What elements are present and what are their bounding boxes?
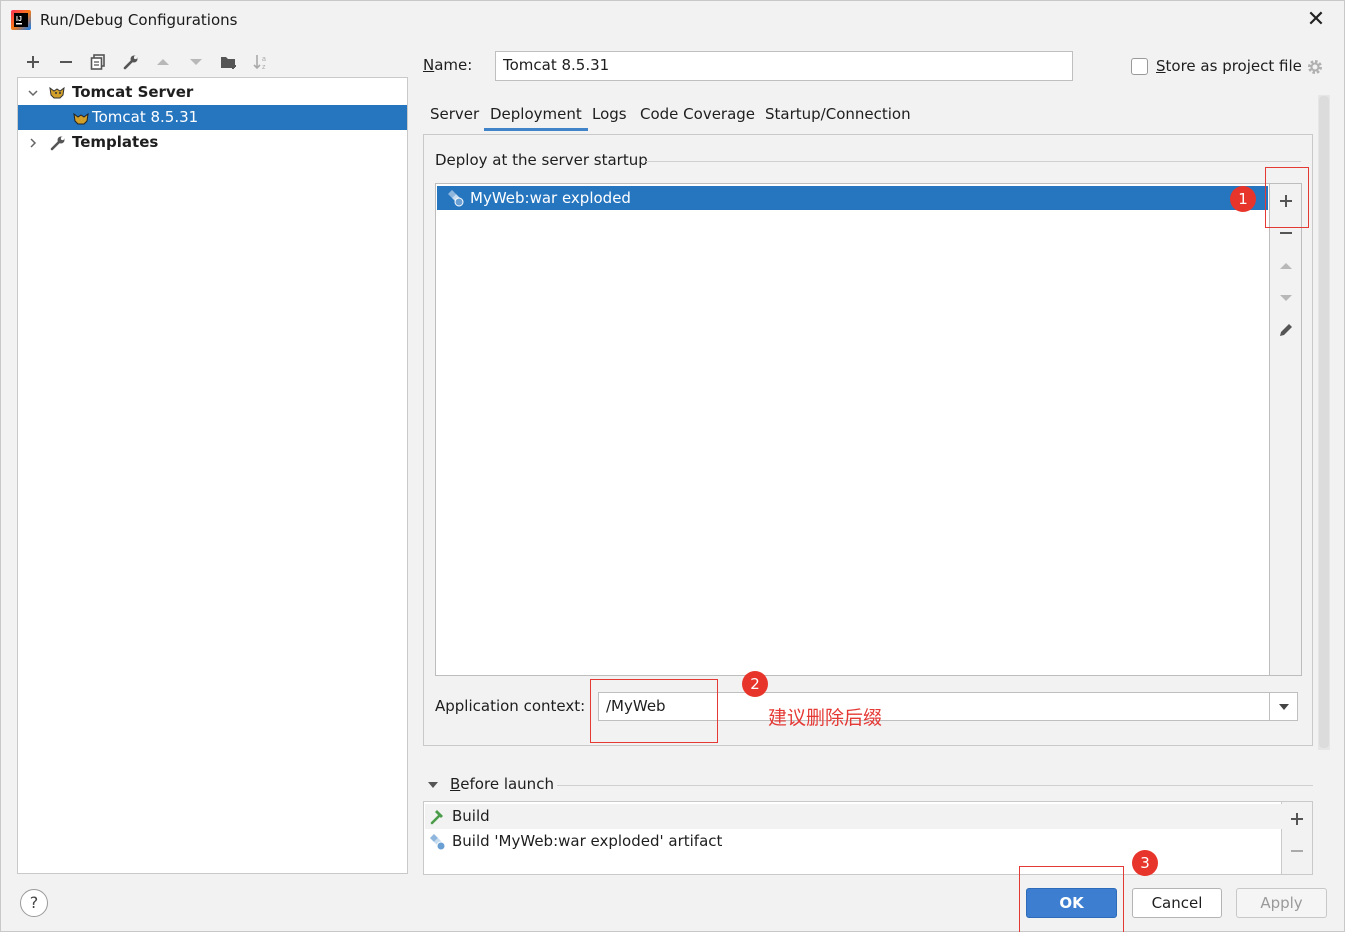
deploy-section-title: Deploy at the server startup (435, 151, 648, 169)
svg-text:IJ: IJ (16, 16, 22, 23)
window-title: Run/Debug Configurations (40, 11, 238, 29)
tomcat-icon (49, 86, 65, 99)
tab-logs[interactable]: Logs (592, 103, 627, 131)
minus-icon (60, 61, 72, 63)
before-launch-item[interactable]: Build 'MyWeb:war exploded' artifact (425, 829, 1282, 854)
edit-templates-button[interactable] (120, 51, 142, 73)
tree-item-label: Tomcat 8.5.31 (92, 108, 199, 126)
name-label: Name: (423, 56, 473, 74)
arrow-up-icon[interactable] (1278, 258, 1294, 274)
svg-text:a: a (262, 56, 266, 63)
tree-group-templates[interactable]: Templates (18, 130, 407, 155)
title-bar: IJ Run/Debug Configurations ✕ (1, 1, 1344, 39)
chevron-right-icon (30, 138, 37, 148)
svg-text:z: z (262, 64, 266, 71)
cancel-button[interactable]: Cancel (1132, 888, 1222, 918)
tab-code-coverage[interactable]: Code Coverage (640, 103, 755, 131)
arrow-down-icon (190, 59, 202, 65)
section-divider (646, 161, 1301, 162)
annotation-box-ok (1019, 866, 1124, 932)
chevron-down-icon[interactable] (426, 778, 440, 792)
gear-icon[interactable] (1306, 58, 1324, 76)
arrow-down-icon[interactable] (1278, 290, 1294, 306)
move-up-button[interactable] (152, 51, 174, 73)
store-as-project-label: Store as project file (1156, 57, 1302, 75)
name-field[interactable]: Tomcat 8.5.31 (495, 51, 1073, 81)
copy-icon (90, 54, 105, 70)
remove-configuration-button[interactable] (55, 51, 77, 73)
new-folder-icon (221, 57, 236, 69)
help-button[interactable]: ? (20, 889, 48, 917)
before-launch-title: Before launch (450, 775, 554, 793)
before-launch-item[interactable]: Build (425, 804, 1282, 829)
wrench-icon (123, 55, 138, 70)
application-context-label: Application context: (435, 697, 586, 715)
templates-label: Templates (72, 133, 159, 151)
annotation-badge-3: 3 (1132, 850, 1158, 876)
sort-icon: az (253, 55, 266, 71)
annotation-badge-1: 1 (1230, 186, 1256, 212)
plus-icon[interactable] (1289, 811, 1305, 827)
plus-icon (27, 56, 39, 68)
section-divider (557, 785, 1313, 786)
hammer-icon (430, 810, 443, 825)
deploy-artifact-label: MyWeb:war exploded (470, 189, 631, 207)
deploy-artifact-row[interactable]: MyWeb:war exploded (437, 186, 1268, 210)
annotation-note: 建议删除后缀 (768, 707, 883, 729)
artifact-icon (430, 834, 446, 851)
minus-icon[interactable] (1289, 843, 1305, 859)
tomcat-icon (73, 112, 89, 125)
tree-group-tomcat-server[interactable]: Tomcat Server (18, 80, 407, 105)
artifact-icon (448, 190, 464, 207)
annotation-box-add (1265, 167, 1309, 228)
sort-button[interactable]: az (250, 51, 272, 73)
tab-server[interactable]: Server (430, 103, 479, 131)
run-debug-dialog: IJ Run/Debug Configurations ✕ az Tomcat … (0, 0, 1345, 932)
wrench-icon (50, 136, 65, 151)
configuration-tree: Tomcat Server Tomcat 8.5.31 Templates (17, 77, 408, 874)
tab-deployment[interactable]: Deployment (484, 103, 588, 131)
before-launch-item-label: Build (452, 807, 490, 825)
chevron-down-icon (1279, 703, 1289, 710)
pencil-icon[interactable] (1278, 322, 1294, 338)
tab-startup-connection[interactable]: Startup/Connection (765, 103, 911, 131)
before-launch-toolbar (1282, 801, 1313, 875)
new-folder-button[interactable] (218, 51, 240, 73)
tree-item-tomcat-config[interactable]: Tomcat 8.5.31 (18, 105, 407, 130)
close-icon: ✕ (1306, 7, 1326, 32)
deploy-artifact-list: MyWeb:war exploded (435, 183, 1270, 676)
move-down-button[interactable] (185, 51, 207, 73)
tree-group-label: Tomcat Server (72, 83, 194, 101)
store-as-project-checkbox[interactable] (1131, 58, 1148, 75)
copy-configuration-button[interactable] (87, 51, 109, 73)
application-context-dropdown[interactable] (1269, 692, 1298, 721)
arrow-up-icon (157, 59, 169, 65)
annotation-box-context (590, 679, 718, 743)
before-launch-item-label: Build 'MyWeb:war exploded' artifact (452, 832, 723, 850)
chevron-down-icon (28, 90, 38, 97)
close-button[interactable]: ✕ (1303, 7, 1329, 33)
annotation-badge-2: 2 (742, 671, 768, 697)
deploy-side-toolbar (1270, 183, 1302, 676)
add-configuration-button[interactable] (22, 51, 44, 73)
apply-button[interactable]: Apply (1236, 888, 1327, 918)
intellij-app-icon: IJ (11, 10, 31, 30)
scrollbar-thumb[interactable] (1319, 96, 1329, 748)
